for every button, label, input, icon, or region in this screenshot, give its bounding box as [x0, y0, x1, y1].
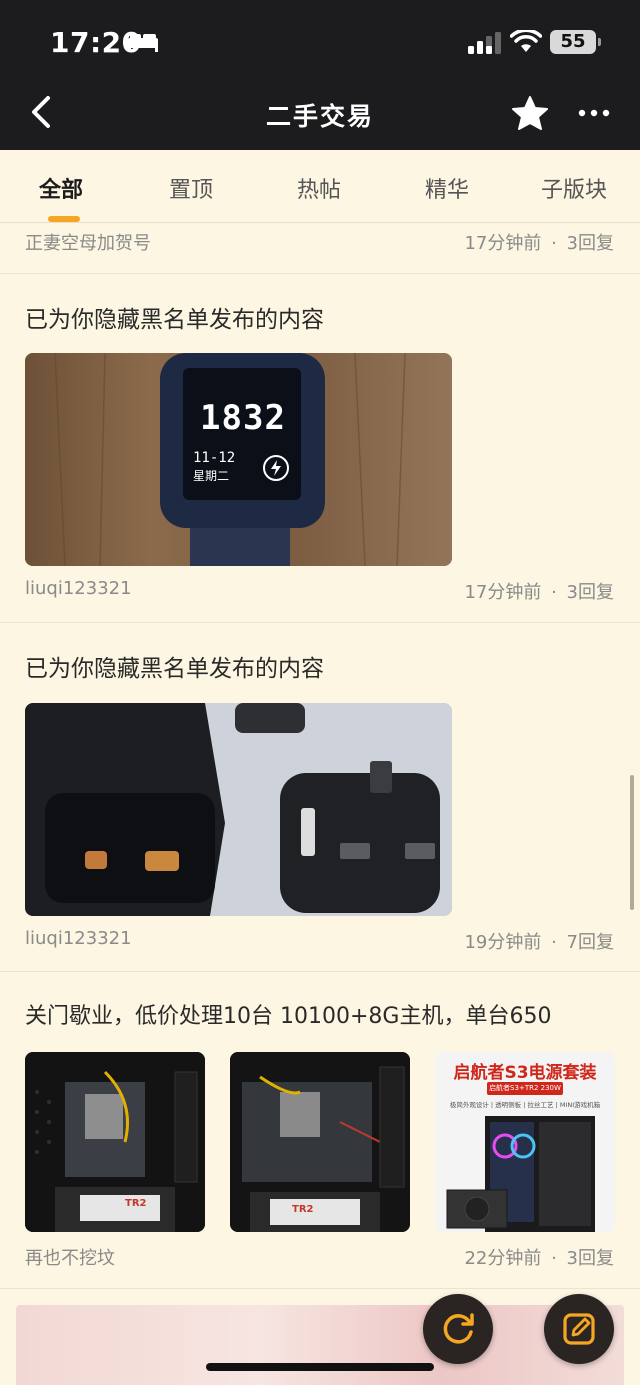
star-icon[interactable] — [511, 95, 549, 131]
divider — [0, 1288, 640, 1289]
watch-time: 1832 — [200, 398, 286, 438]
separator: · — [551, 233, 557, 254]
post-image-pc-ad[interactable]: 启航者S3电源套装 启航者S3+TR2 230W 极简外观设计 | 透明侧板 |… — [435, 1052, 615, 1232]
post-image-pc-2[interactable]: TR2 — [230, 1052, 410, 1232]
compose-button[interactable] — [544, 1294, 614, 1364]
post-meta: 17分钟前 · 3回复 — [464, 578, 614, 604]
separator: · — [551, 1248, 557, 1269]
post-author[interactable]: liuqi123321 — [25, 578, 132, 599]
more-dots-icon[interactable] — [574, 98, 614, 128]
separator: · — [551, 582, 557, 603]
separator: · — [551, 932, 557, 953]
divider — [0, 273, 640, 274]
post-time: 17分钟前 — [464, 582, 542, 603]
ad-subline: 启航者S3+TR2 230W — [487, 1082, 563, 1095]
active-tab-indicator — [48, 216, 80, 222]
scrollbar[interactable] — [630, 775, 634, 910]
tab-pinned[interactable]: 置顶 — [169, 172, 213, 204]
post-replies: 3回复 — [566, 1248, 614, 1269]
post-time: 22分钟前 — [464, 1248, 542, 1269]
pc-interior-photo — [230, 1052, 410, 1232]
post-image-smartwatch[interactable]: 1832 11-12 星期二 — [25, 353, 452, 566]
post-time: 19分钟前 — [464, 932, 542, 953]
tab-bar: 全部 置顶 热帖 精华 子版块 — [0, 150, 640, 223]
battery-indicator: 55 — [550, 30, 601, 54]
post-meta: 19分钟前 · 7回复 — [464, 928, 614, 954]
post-replies: 3回复 — [566, 582, 614, 603]
post-author[interactable]: 再也不挖坟 — [25, 1244, 115, 1270]
post-replies: 3回复 — [566, 233, 614, 254]
smartwatch-photo — [25, 353, 452, 566]
post-meta: 17分钟前 · 3回复 — [464, 229, 614, 255]
pc-case-image — [446, 1116, 595, 1232]
post-title[interactable]: 已为你隐藏黑名单发布的内容 — [25, 300, 324, 334]
ad-headline: 启航者S3电源套装 — [453, 1063, 597, 1083]
wifi-icon — [510, 30, 542, 52]
post-image-plug[interactable] — [25, 703, 452, 916]
tab-hot[interactable]: 热帖 — [297, 172, 341, 204]
pc-interior-photo — [25, 1052, 205, 1232]
post-image-preview[interactable] — [16, 1305, 624, 1385]
tab-subforums[interactable]: 子版块 — [541, 172, 607, 204]
cellular-signal-icon — [468, 32, 501, 54]
watch-weekday: 星期二 — [193, 469, 230, 483]
post-author[interactable]: 正妻空母加贺号 — [25, 229, 151, 255]
psu-label: TR2 — [125, 1198, 147, 1209]
ad-features: 极简外观设计 | 透明侧板 | 拉丝工艺 | MINI游戏机箱 — [449, 1101, 601, 1109]
bed-icon — [128, 34, 158, 52]
tab-all[interactable]: 全部 — [39, 172, 83, 204]
lightning-icon — [263, 455, 289, 481]
refresh-icon — [443, 1313, 474, 1344]
post-meta: 22分钟前 · 3回复 — [464, 1244, 614, 1270]
post-author[interactable]: liuqi123321 — [25, 928, 132, 949]
refresh-button[interactable] — [423, 1294, 493, 1364]
divider — [0, 622, 640, 623]
post-title[interactable]: 已为你隐藏黑名单发布的内容 — [25, 649, 324, 683]
post-title[interactable]: 关门歇业，低价处理10台 10100+8G主机，单台650 — [25, 998, 551, 1030]
psu-label: TR2 — [292, 1204, 314, 1215]
post-time: 17分钟前 — [464, 233, 542, 254]
top-bar: 17:20 55 二手交易 — [0, 0, 640, 150]
opened-plug-photo — [25, 703, 452, 916]
divider — [0, 971, 640, 972]
tab-featured[interactable]: 精华 — [425, 172, 469, 204]
post-image-pc-1[interactable]: TR2 — [25, 1052, 205, 1232]
compose-icon — [563, 1313, 595, 1345]
watch-date: 11-12 — [193, 450, 236, 466]
home-indicator[interactable] — [206, 1363, 434, 1371]
post-replies: 7回复 — [566, 932, 614, 953]
